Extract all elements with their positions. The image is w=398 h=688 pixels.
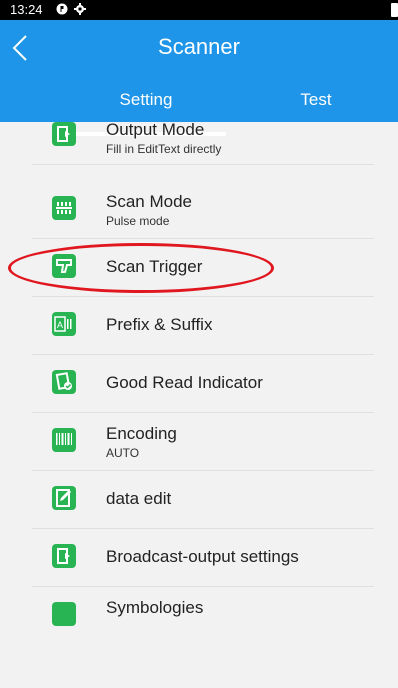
item-title: data edit xyxy=(106,489,172,508)
status-bar: 13:24 xyxy=(0,0,398,20)
symbology-icon xyxy=(52,602,76,626)
output-icon xyxy=(52,122,76,146)
settings-gear-icon xyxy=(74,3,86,15)
item-title: Broadcast-output settings xyxy=(106,547,299,566)
edit-icon xyxy=(52,486,76,510)
barcode-icon xyxy=(52,428,76,452)
item-title: Prefix & Suffix xyxy=(106,315,213,334)
svg-text:A: A xyxy=(57,320,63,330)
list-item-output-mode[interactable]: Output Mode Fill in EditText directly xyxy=(32,122,374,165)
list-item-encoding[interactable]: Encoding AUTO xyxy=(32,412,374,471)
app-bar: Scanner xyxy=(0,20,398,80)
item-title: Output Mode xyxy=(106,122,205,139)
status-time: 13:24 xyxy=(10,2,43,17)
battery-icon xyxy=(391,3,398,17)
page-title: Scanner xyxy=(158,34,240,59)
item-subtitle: AUTO xyxy=(106,446,140,460)
tab-test[interactable]: Test xyxy=(236,90,396,110)
item-subtitle: Fill in EditText directly xyxy=(106,142,222,156)
settings-list: Output Mode Fill in EditText directly Sc… xyxy=(0,122,398,688)
tab-bar: Setting Test xyxy=(0,80,398,122)
item-subtitle: Pulse mode xyxy=(106,214,170,228)
list-item-broadcast-output[interactable]: Broadcast-output settings xyxy=(32,528,374,587)
list-item-symbologies[interactable]: Symbologies xyxy=(32,586,374,644)
list-item-data-edit[interactable]: data edit xyxy=(32,470,374,529)
item-title: Encoding xyxy=(106,424,177,443)
item-title: Scan Mode xyxy=(106,192,192,211)
prefix-suffix-icon: A xyxy=(52,312,76,336)
tab-setting[interactable]: Setting xyxy=(66,90,226,110)
good-read-icon xyxy=(52,370,76,394)
list-item-scan-mode[interactable]: Scan Mode Pulse mode xyxy=(32,180,374,239)
scan-mode-icon xyxy=(52,196,76,220)
highlight-ellipse xyxy=(8,243,274,293)
vpn-icon xyxy=(56,3,68,15)
item-title: Symbologies xyxy=(106,598,204,617)
list-item-good-read-indicator[interactable]: Good Read Indicator xyxy=(32,354,374,413)
list-item-prefix-suffix[interactable]: A Prefix & Suffix xyxy=(32,296,374,355)
item-title: Good Read Indicator xyxy=(106,373,263,392)
broadcast-icon xyxy=(52,544,76,568)
